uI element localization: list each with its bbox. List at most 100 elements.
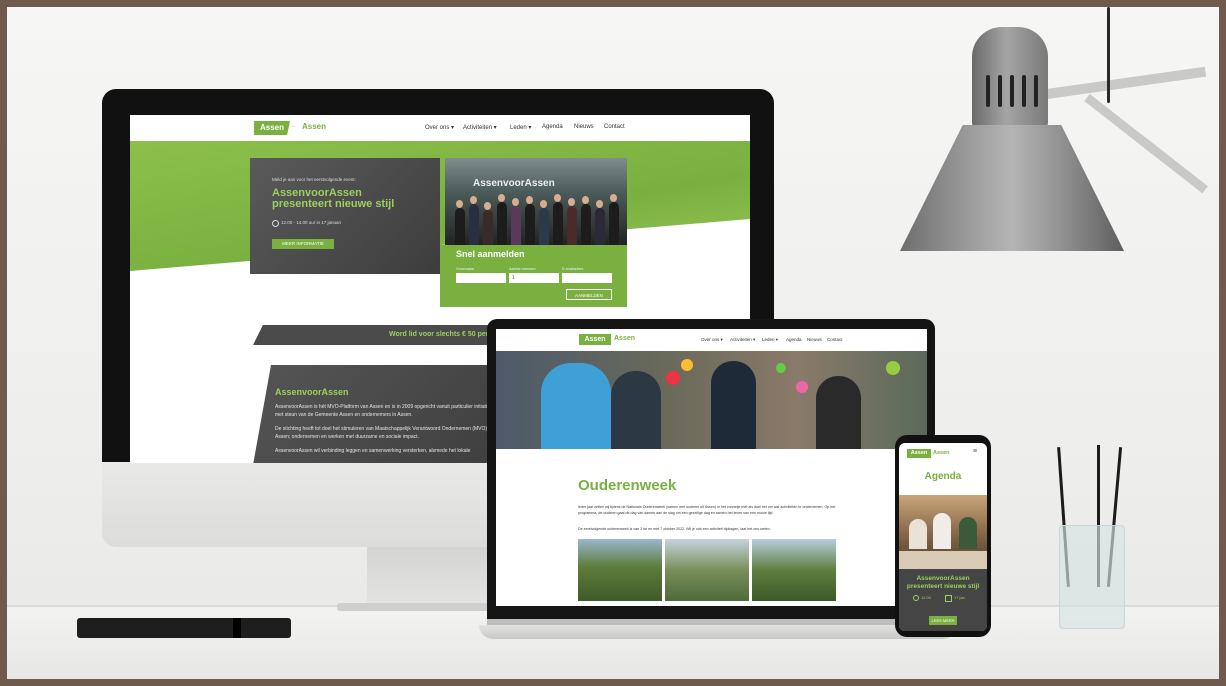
face xyxy=(540,200,547,208)
phone-event-date: 17 jan xyxy=(954,595,965,600)
person xyxy=(933,513,951,549)
read-more-button[interactable]: LEES MEER xyxy=(929,616,957,625)
quantity-field[interactable]: 1 xyxy=(509,273,559,283)
signup-label-name: Voornaam xyxy=(456,266,475,271)
nav-agenda[interactable]: Agenda xyxy=(542,124,563,130)
desktop-logo[interactable]: Assen xyxy=(254,121,290,135)
lamp-vent xyxy=(986,75,990,107)
about-paragraph-3: AssenvoorAssen wil verbinding leggen en … xyxy=(275,448,471,454)
person xyxy=(511,206,521,246)
gallery-photo-2[interactable] xyxy=(665,539,749,601)
image-frame: Assen .. Assen Over ons ▾ Activiteiten ▾… xyxy=(0,0,1226,686)
about-paragraph-2: De stichting heeft tot doel het stimuler… xyxy=(275,426,493,440)
person xyxy=(553,202,563,246)
gallery-photo-1[interactable] xyxy=(578,539,662,601)
logo-text-a: Assen xyxy=(259,123,284,132)
hamburger-menu-icon[interactable]: ≡ xyxy=(973,448,977,455)
lamp-vent xyxy=(1010,75,1014,107)
person xyxy=(909,519,927,549)
laptop-nav-nieuws[interactable]: Nieuws xyxy=(807,337,822,342)
glass-cup xyxy=(1059,525,1125,629)
laptop-nav-over-ons[interactable]: Over ons ▾ xyxy=(701,337,723,343)
page-title: Ouderenweek xyxy=(578,477,677,494)
person xyxy=(959,517,977,549)
imac-stand xyxy=(367,547,507,607)
phone-title: Agenda xyxy=(924,471,962,482)
laptop-logo-a: Assen xyxy=(584,336,606,343)
nav-activiteiten[interactable]: Activiteiten ▾ xyxy=(463,124,497,131)
face xyxy=(512,198,519,206)
balloon xyxy=(681,359,693,371)
person xyxy=(567,206,577,246)
person xyxy=(581,204,591,246)
person-center xyxy=(611,371,661,449)
face xyxy=(456,200,463,208)
lamp-vent xyxy=(1034,75,1038,107)
nav-leden[interactable]: Leden ▾ xyxy=(510,124,531,131)
ouderenweek-photo xyxy=(496,351,927,449)
person-woman xyxy=(711,361,756,449)
table xyxy=(899,551,987,569)
laptop-logo-b: Assen xyxy=(614,335,636,342)
person xyxy=(595,208,605,246)
phone-event-photo[interactable] xyxy=(899,495,987,569)
clock-icon xyxy=(913,595,919,601)
desktop-nav: Assen .. Assen Over ons ▾ Activiteiten ▾… xyxy=(130,115,750,141)
notebook xyxy=(77,618,291,638)
face xyxy=(610,194,617,202)
person xyxy=(497,202,507,246)
person xyxy=(525,204,535,246)
hero-time: 12.00 - 14.00 uur in 17 januari xyxy=(281,220,342,225)
balloon xyxy=(886,361,900,375)
name-field[interactable] xyxy=(456,273,506,283)
email-field[interactable] xyxy=(562,273,612,283)
clock-icon xyxy=(272,220,279,227)
lamp-spring xyxy=(1107,7,1110,103)
logo-sep: .. xyxy=(292,123,296,129)
about-paragraph-1: AssenvoorAssen is hét MVO-Platform van A… xyxy=(275,404,492,418)
face xyxy=(568,198,575,206)
laptop-nav-leden[interactable]: Leden ▾ xyxy=(762,337,778,343)
nav-nieuws[interactable]: Nieuws xyxy=(574,124,594,130)
balloon xyxy=(666,371,680,385)
body-text-1: Ieder jaar zetten wij tijdens de Nationa… xyxy=(578,505,836,515)
laptop-website-screen: Assen Assen Over ons ▾ Activiteiten ▾ Le… xyxy=(496,329,927,606)
signup-title: Snel aanmelden xyxy=(456,249,525,259)
gallery-photo-3[interactable] xyxy=(752,539,836,601)
face xyxy=(526,196,533,204)
laptop-nav-activiteiten[interactable]: Activiteiten ▾ xyxy=(730,337,755,343)
person xyxy=(455,208,465,246)
more-info-button[interactable]: MEER INFORMATIE xyxy=(272,239,334,249)
hero-card: Meld je aan voor het eerstvolgende event… xyxy=(250,158,440,274)
quick-signup-panel: Snel aanmelden Voornaam Aantal mensen E-… xyxy=(440,245,627,307)
group-photo: AssenvoorAssen xyxy=(445,158,627,246)
face xyxy=(554,194,561,202)
phone-event-time: 12.00 xyxy=(921,595,932,600)
face xyxy=(470,196,477,204)
nav-over-ons[interactable]: Over ons ▾ xyxy=(425,124,454,131)
phone-logo-b: Assen xyxy=(933,450,950,456)
person xyxy=(469,204,479,246)
person-man-right xyxy=(816,376,861,449)
signup-label-qty: Aantal mensen xyxy=(509,266,536,271)
person-blue-hoodie xyxy=(541,363,611,449)
person xyxy=(539,208,549,246)
phone-event-card: AssenvoorAssen presenteert nieuwe stijl … xyxy=(899,569,987,631)
phone-logo[interactable]: Assen xyxy=(907,449,931,458)
logo-text-b: Assen xyxy=(302,122,327,131)
face xyxy=(596,200,603,208)
notebook-band xyxy=(233,618,241,638)
nav-contact[interactable]: Contact xyxy=(604,124,625,130)
laptop-base xyxy=(479,625,957,639)
balloon xyxy=(796,381,808,393)
laptop-nav-agenda[interactable]: Agenda xyxy=(786,337,802,342)
promo-text: Word lid voor slechts € 50 per jaar xyxy=(389,331,503,338)
laptop-logo[interactable]: Assen xyxy=(579,334,611,345)
lamp-vent xyxy=(1022,75,1026,107)
laptop-nav-contact[interactable]: Contact xyxy=(827,337,843,342)
signup-label-email: E-mailadres xyxy=(562,266,584,271)
signup-button[interactable]: AANMELDEN xyxy=(566,289,612,300)
hero-kicker: Meld je aan voor het eerstvolgende event… xyxy=(272,177,356,182)
laptop-nav: Assen Assen Over ons ▾ Activiteiten ▾ Le… xyxy=(496,329,927,351)
quantity-value: 1 xyxy=(512,275,515,281)
